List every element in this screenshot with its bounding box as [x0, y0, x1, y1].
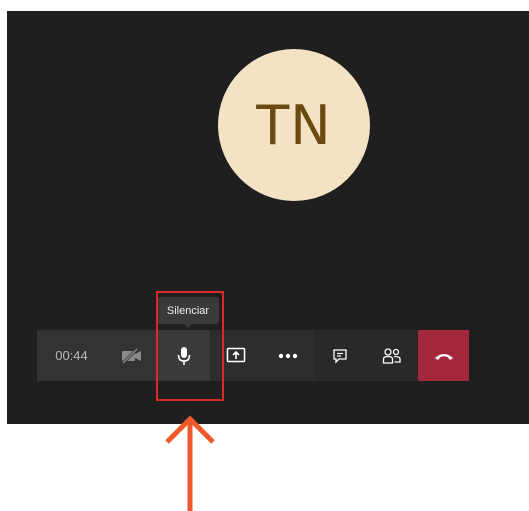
avatar: TN — [218, 49, 370, 201]
call-toolbar: 00:44 — [37, 330, 469, 381]
chat-icon — [333, 348, 347, 364]
camera-toggle-button[interactable] — [106, 330, 158, 381]
highlight-box — [156, 291, 224, 401]
share-screen-icon — [226, 347, 246, 362]
pointer-arrow — [165, 415, 215, 511]
video-off-icon — [121, 347, 141, 364]
more-options-icon — [278, 353, 298, 358]
more-options-button[interactable] — [262, 330, 314, 381]
call-timer: 00:44 — [37, 330, 106, 381]
participants-button[interactable] — [366, 330, 418, 381]
chat-button[interactable] — [314, 330, 366, 381]
avatar-initials: TN — [256, 93, 332, 157]
hang-up-button[interactable] — [418, 330, 469, 381]
participants-icon — [382, 347, 401, 364]
hang-up-icon — [434, 353, 453, 360]
